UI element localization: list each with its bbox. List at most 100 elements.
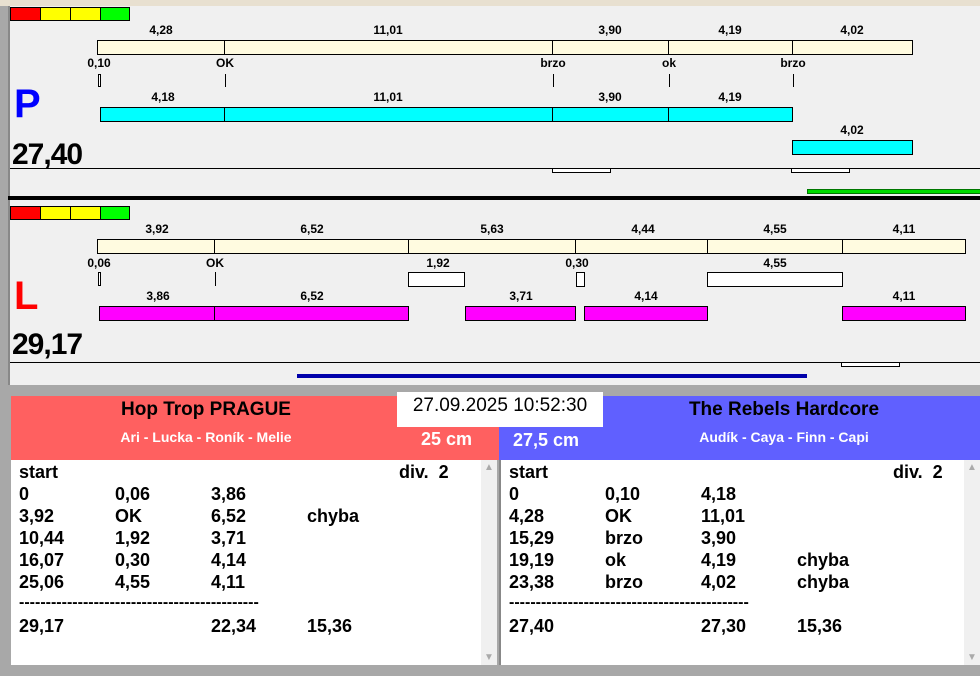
result-cell: 4,18 [701,484,737,504]
lane-l-panel: 3,92 6,52 5,63 4,44 4,55 4,11 0,06 OK 1,… [8,200,980,385]
marker-tick [98,74,101,87]
scrollbar[interactable]: ▲ ▼ [964,460,980,665]
result-cell: 4,11 [211,572,246,592]
lane-p-panel: 4,28 11,01 3,90 4,19 4,02 0,10 OK brzo o… [8,6,980,196]
result-cell: 0 [19,484,30,504]
result-cell: ok [605,550,627,570]
result-cell: 3,71 [211,528,247,548]
segment-label: 11,01 [373,23,403,37]
total-cell: 15,36 [797,616,843,636]
lane-total: 29,17 [12,328,83,361]
marker-label: brzo [540,56,566,70]
result-cell: 0,30 [115,550,151,570]
marker-tick [553,74,554,87]
division: div. 2 [893,462,943,482]
marker-label: ok [661,56,676,70]
segment-label: 4,28 [149,23,173,37]
run-segment [792,140,913,155]
right-results-list[interactable]: start div. 2 0 0,10 4,18 4,28 OK 11,01 15,29 brz… [499,460,980,665]
result-cell: 0,06 [115,484,151,504]
total-cell: 27,40 [509,616,555,636]
run-segment [100,107,225,122]
run-segment [465,306,576,321]
timeline-marker [791,168,850,173]
segment-label: 4,14 [634,289,658,303]
result-cell: OK [115,506,142,526]
result-row: 25,06 4,55 4,11 [19,572,479,594]
marker-box [408,272,465,287]
result-cell: chyba [307,506,360,526]
start-label: start [19,462,59,482]
reference-segment [552,40,669,55]
progress-bar [807,189,980,194]
marker-box [576,272,585,287]
progress-bar [297,374,807,378]
timeline-marker [841,362,900,367]
result-row: 10,44 1,92 3,71 [19,528,479,550]
marker-tick [793,74,794,87]
result-cell: brzo [605,572,643,592]
scrollbar[interactable]: ▲ ▼ [481,460,497,665]
separator: ----------------------------------------… [509,594,749,611]
result-row: 23,38 brzo 4,02 chyba [509,572,969,594]
result-cell: 3,92 [19,506,55,526]
result-cell: 25,06 [19,572,65,592]
reference-segment [214,239,409,254]
team-name: Hop Trop PRAGUE [121,399,291,420]
result-row: 19,19 ok 4,19 chyba [509,550,969,572]
total-cell: 27,30 [701,616,747,636]
segment-label: 4,11 [892,289,916,303]
dog-height: 27,5 cm [513,430,580,450]
team-members: Audík - Caya - Finn - Capi [699,429,869,445]
result-row: 0 0,10 4,18 [509,484,969,506]
segment-label: 5,63 [480,222,504,236]
result-cell: 23,38 [509,572,555,592]
segment-label: 11,01 [373,90,403,104]
marker-label: OK [206,256,224,270]
result-cell: 11,01 [701,506,746,526]
segment-label: 4,18 [151,90,175,104]
result-cell: 0 [509,484,520,504]
marker-label: OK [216,56,234,70]
segment-label: 4,19 [718,90,742,104]
run-segment [842,306,966,321]
marker-label: 0,10 [87,56,111,70]
run-segment [214,306,409,321]
segment-label: 4,44 [631,222,655,236]
run-segment [224,107,553,122]
left-results-list[interactable]: start div. 2 0 0,06 3,86 3,92 OK 6,52 chyba 10,4… [11,460,497,665]
timeline-line [10,362,980,363]
result-cell: 4,55 [115,572,151,592]
result-cell: 19,19 [509,550,555,570]
total-cell: 22,34 [211,616,257,636]
reference-segment [408,239,576,254]
result-row: 0 0,06 3,86 [19,484,479,506]
result-cell: 3,86 [211,484,247,504]
reference-segment [97,40,225,55]
segment-label: 6,52 [300,222,324,236]
result-cell: 4,28 [509,506,545,526]
result-row: 3,92 OK 6,52 chyba [19,506,479,528]
marker-box [707,272,843,287]
division: div. 2 [399,462,449,482]
team-members: Ari - Lucka - Roník - Melie [120,429,292,445]
run-segment [99,306,215,321]
result-row: 15,29 brzo 3,90 [509,528,969,550]
result-cell: brzo [605,528,643,548]
result-row: 4,28 OK 11,01 [509,506,969,528]
segment-label: 4,02 [840,23,864,37]
marker-label: 0,06 [87,256,111,270]
segment-label: 3,90 [598,23,622,37]
result-cell: 10,44 [19,528,65,548]
datetime: 27.09.2025 10:52:30 [397,392,603,427]
result-cell: 15,29 [509,528,555,548]
timeline-marker [552,168,611,173]
result-cell: 1,92 [115,528,151,548]
result-cell: 0,10 [605,484,641,504]
result-cell: OK [605,506,632,526]
marker-tick [225,74,226,87]
totals-row: 29,17 22,34 15,36 [19,616,479,638]
total-cell: 15,36 [307,616,353,636]
separator: ----------------------------------------… [19,594,259,611]
segment-label: 4,11 [892,222,916,236]
